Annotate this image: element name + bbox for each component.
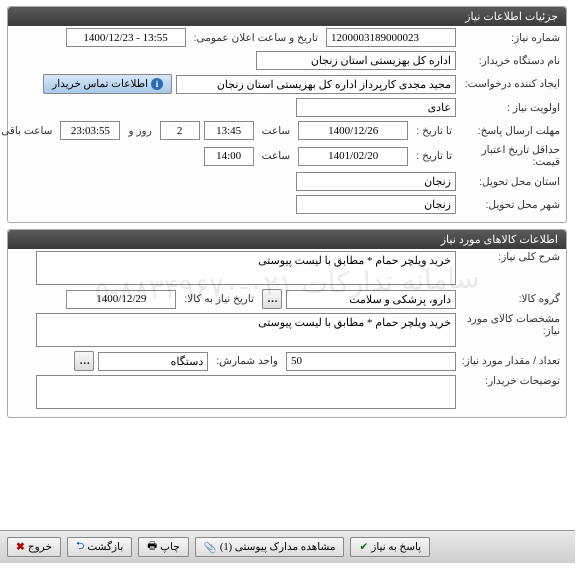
spec-field[interactable] <box>37 313 457 347</box>
ellipsis-icon: … <box>268 294 278 305</box>
city-label: شهر محل تحویل: <box>461 199 561 211</box>
reply-label: پاسخ به نیاز <box>372 541 422 553</box>
buyer-label: نام دستگاه خریدار: <box>461 55 561 67</box>
back-icon: ⮌ <box>77 538 85 556</box>
back-label: بازگشت <box>88 541 124 553</box>
goods-info-panel: اطلاعات کالاهای مورد نیاز شرح کلی نیاز: … <box>8 229 568 418</box>
to-date2-field[interactable] <box>299 147 409 166</box>
time2-field[interactable] <box>205 147 255 166</box>
desc-field[interactable] <box>37 251 457 285</box>
min-valid-label: حداقل تاریخ اعتبار قیمت: <box>461 144 561 168</box>
unit-label: واحد شمارش: <box>213 355 283 367</box>
need-date-field[interactable] <box>67 290 177 309</box>
panel1-title: جزئیات اطلاعات نیاز <box>9 7 567 26</box>
exit-button[interactable]: ✖ خروج <box>8 537 62 557</box>
reply-need-button[interactable]: ✔ پاسخ به نیاز <box>351 537 431 557</box>
remain-label: ساعت باقی مانده <box>0 125 57 137</box>
deadline-label: مهلت ارسال پاسخ: <box>461 125 561 137</box>
city-field[interactable] <box>297 195 457 214</box>
to-date1-field[interactable] <box>299 121 409 140</box>
group-lookup-button[interactable]: … <box>263 289 283 309</box>
group-field[interactable] <box>287 290 457 309</box>
to-date2-label: تا تاریخ : <box>413 150 457 162</box>
print-button[interactable]: 🖶 چاپ <box>139 537 190 557</box>
to-date1-label: تا تاریخ : <box>413 125 457 137</box>
need-no-field[interactable] <box>327 28 457 47</box>
info-icon: i <box>152 78 164 90</box>
remain-time-field[interactable] <box>61 121 121 140</box>
days-field[interactable] <box>161 121 201 140</box>
buyer-field[interactable] <box>257 51 457 70</box>
time1-label: ساعت <box>259 125 296 137</box>
group-label: گروه کالا: <box>461 293 561 305</box>
view-attachments-button[interactable]: 📎 مشاهده مدارک پیوستی (1) <box>196 537 346 557</box>
need-no-label: شماره نیاز: <box>461 32 561 44</box>
buyer-contact-label: اطلاعات تماس خریدار <box>53 78 149 90</box>
attach-label: مشاهده مدارک پیوستی (1) <box>221 541 337 553</box>
exit-icon: ✖ <box>17 541 26 553</box>
unit-field[interactable] <box>99 352 209 371</box>
ellipsis-icon: … <box>80 356 90 367</box>
unit-lookup-button[interactable]: … <box>75 351 95 371</box>
reply-icon: ✔ <box>360 541 369 553</box>
priority-field[interactable] <box>297 98 457 117</box>
spec-label: مشخصات کالای مورد نیاز: <box>461 313 561 337</box>
creator-field[interactable] <box>177 75 457 94</box>
priority-label: اولویت نیاز : <box>461 102 561 114</box>
time2-label: ساعت <box>259 150 296 162</box>
province-label: استان محل تحویل: <box>461 176 561 188</box>
attachment-icon: 📎 <box>205 541 218 554</box>
pub-date-field[interactable] <box>67 28 187 47</box>
print-icon: 🖶 <box>148 538 158 556</box>
qty-label: تعداد / مقدار مورد نیاز: <box>461 355 561 367</box>
exit-label: خروج <box>29 541 53 553</box>
qty-field[interactable] <box>287 352 457 371</box>
need-date-label: تاریخ نیاز به کالا: <box>181 293 259 305</box>
time1-field[interactable] <box>205 121 255 140</box>
days-label: روز و <box>125 125 156 137</box>
pub-date-label: تاریخ و ساعت اعلان عمومی: <box>191 32 323 44</box>
buyer-note-label: توضیحات خریدار: <box>461 375 561 387</box>
back-button[interactable]: ⮌ بازگشت <box>68 537 133 557</box>
creator-label: ایجاد کننده درخواست: <box>461 78 561 90</box>
need-details-panel: جزئیات اطلاعات نیاز شماره نیاز: تاریخ و … <box>8 6 568 223</box>
footer-toolbar: ✖ خروج ⮌ بازگشت 🖶 چاپ 📎 مشاهده مدارک پیو… <box>0 530 576 563</box>
province-field[interactable] <box>297 172 457 191</box>
buyer-note-field[interactable] <box>37 375 457 409</box>
desc-label: شرح کلی نیاز: <box>461 251 561 263</box>
print-label: چاپ <box>161 541 181 553</box>
panel2-title: اطلاعات کالاهای مورد نیاز <box>9 230 567 249</box>
buyer-contact-button[interactable]: i اطلاعات تماس خریدار <box>44 74 173 94</box>
